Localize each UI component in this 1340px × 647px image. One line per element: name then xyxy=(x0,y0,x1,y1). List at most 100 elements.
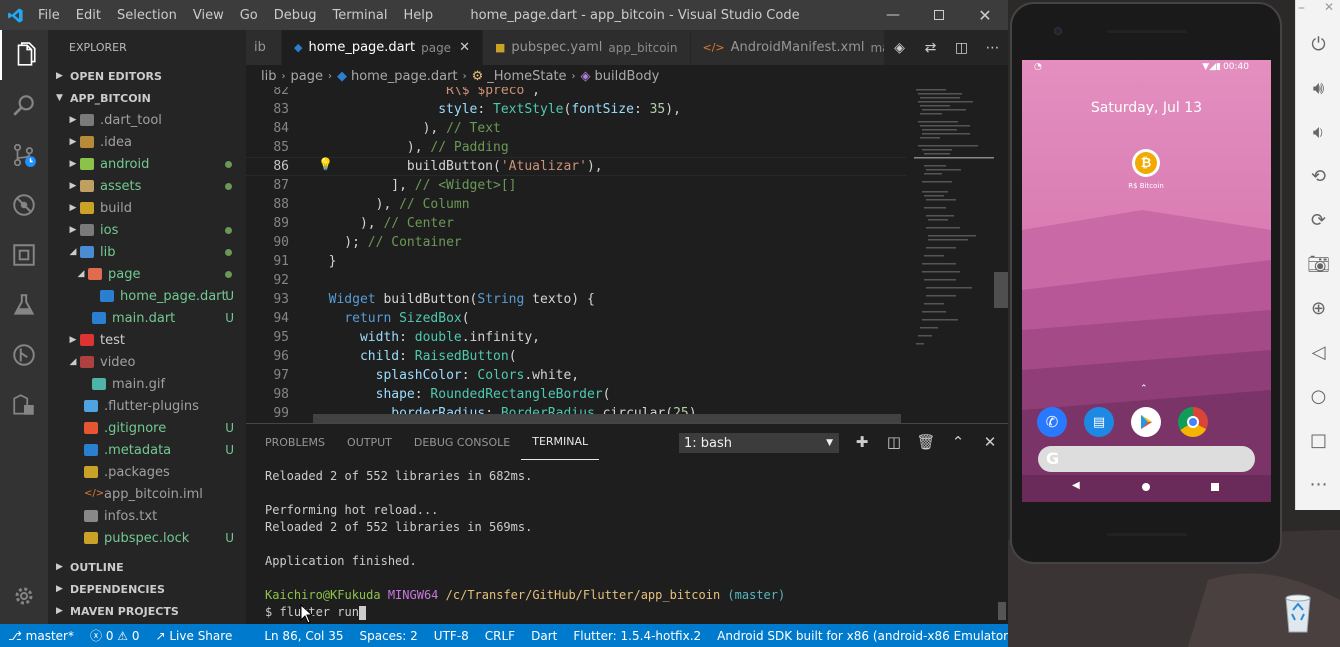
gitlens-activity[interactable] xyxy=(0,330,48,380)
back-nav-icon[interactable]: ◀ xyxy=(1072,480,1080,491)
recycle-bin-icon[interactable] xyxy=(1278,592,1318,634)
encoding-status[interactable]: UTF-8 xyxy=(426,629,477,643)
breadcrumb-item[interactable]: home_page.dart xyxy=(351,69,458,84)
split-editor-icon[interactable]: ◫ xyxy=(946,40,977,56)
tab-debug-console[interactable]: DEBUG CONSOLE xyxy=(403,424,521,460)
more-button[interactable]: ⋯ xyxy=(1296,462,1340,506)
tab-android-manifest[interactable]: </> AndroidManifest.xml main xyxy=(690,30,914,65)
code-line[interactable]: 83 style: TextStyle(fontSize: 35), xyxy=(246,100,906,119)
git-compare-icon[interactable]: ◈ xyxy=(884,40,915,56)
code-line[interactable]: 92 xyxy=(246,271,906,290)
power-button[interactable]: ⏻ xyxy=(1296,22,1340,66)
tab-lib[interactable]: ib xyxy=(246,30,282,65)
home-button[interactable]: ○ xyxy=(1296,374,1340,418)
code-line[interactable]: 89 ), // Center xyxy=(246,214,906,233)
menu-help[interactable]: Help xyxy=(395,8,441,23)
open-editors-section[interactable]: ▶ OPEN EDITORS xyxy=(48,65,246,87)
manage-button[interactable] xyxy=(0,576,48,616)
menu-go[interactable]: Go xyxy=(232,8,266,23)
source-control-activity[interactable] xyxy=(0,130,48,180)
flutter-version-status[interactable]: Flutter: 1.5.4-hotfix.2 xyxy=(565,629,709,643)
dependencies-section[interactable]: ▶ DEPENDENCIES xyxy=(48,578,246,600)
breadcrumb-item[interactable]: page xyxy=(290,69,322,84)
code-line[interactable]: 91 } xyxy=(246,252,906,271)
screenshot-button[interactable]: 📷︎ xyxy=(1296,242,1340,286)
code-editor[interactable]: 82 `R\$ $preco`, 83 style: TextStyle(font… xyxy=(246,87,1008,423)
phone-app-icon[interactable]: ✆ xyxy=(1037,407,1067,437)
cursor-position[interactable]: Ln 86, Col 35 xyxy=(256,629,351,643)
tree-item-flutter-plugins[interactable]: .flutter-plugins xyxy=(48,395,246,417)
tab-home-page-dart[interactable]: ◆ home_page.dart page ✕ xyxy=(282,30,483,65)
menu-view[interactable]: View xyxy=(185,8,232,23)
minimap[interactable] xyxy=(914,87,994,423)
tree-item-dart-tool[interactable]: ▶ .dart_tool xyxy=(48,109,246,131)
menu-terminal[interactable]: Terminal xyxy=(325,8,396,23)
rotate-left-button[interactable]: ⟲ xyxy=(1296,154,1340,198)
code-line[interactable]: 93 Widget buildButton(String texto) { xyxy=(246,290,906,309)
problems-status[interactable]: ⓧ 0 ⚠ 0 xyxy=(82,627,148,644)
tree-item-ios[interactable]: ▶ ios xyxy=(48,219,246,241)
code-line[interactable]: 88 ), // Column xyxy=(246,195,906,214)
code-line[interactable]: 94 return SizedBox( xyxy=(246,309,906,328)
maximize-button[interactable] xyxy=(916,0,962,30)
tree-item-video[interactable]: ◢ video xyxy=(48,351,246,373)
minimize-button[interactable]: — xyxy=(870,0,916,30)
tree-item-pubspec-lock[interactable]: pubspec.lock U xyxy=(48,527,246,549)
rotate-right-button[interactable]: ⟳ xyxy=(1296,198,1340,242)
tab-output[interactable]: OUTPUT xyxy=(336,424,403,460)
terminal-scrollbar[interactable] xyxy=(998,602,1006,620)
overview-button[interactable]: □ xyxy=(1296,418,1340,462)
lightbulb-icon[interactable]: 💡 xyxy=(318,157,333,171)
code-line[interactable]: 85 ), // Padding xyxy=(246,138,906,157)
explorer-activity[interactable] xyxy=(0,30,48,80)
outline-section[interactable]: ▶ OUTLINE xyxy=(48,556,246,578)
close-icon[interactable]: ✕ xyxy=(459,40,470,55)
code-line[interactable]: 96 child: RaisedButton( xyxy=(246,347,906,366)
horizontal-scrollbar[interactable] xyxy=(313,414,901,423)
tree-item-build[interactable]: ▶ build xyxy=(48,197,246,219)
tree-item-home-page-dart[interactable]: home_page.dart U xyxy=(48,285,246,307)
menu-file[interactable]: File xyxy=(30,8,68,23)
maven-projects-section[interactable]: ▶ MAVEN PROJECTS xyxy=(48,600,246,622)
vertical-scrollbar[interactable] xyxy=(994,272,1008,308)
trash-icon[interactable]: 🗑 xyxy=(910,433,942,451)
tree-item-metadata[interactable]: .metadata U xyxy=(48,439,246,461)
new-terminal-icon[interactable]: ✚ xyxy=(846,433,878,451)
more-actions-icon[interactable]: ⋯ xyxy=(977,40,1008,56)
breadcrumb-item[interactable]: _HomeState xyxy=(487,69,566,84)
terminal-select[interactable]: 1: bash ▼ xyxy=(679,433,839,453)
zoom-button[interactable]: ⊕ xyxy=(1296,286,1340,330)
indentation-status[interactable]: Spaces: 2 xyxy=(351,629,425,643)
tree-item-android[interactable]: ▶ android xyxy=(48,153,246,175)
code-line[interactable]: 82 `R\$ $preco`, xyxy=(246,87,906,100)
volume-up-button[interactable]: 🔊︎ xyxy=(1296,66,1340,110)
tree-item-idea[interactable]: ▶ .idea xyxy=(48,131,246,153)
tree-item-test[interactable]: ▶ test xyxy=(48,329,246,351)
breadcrumb-item[interactable]: buildBody xyxy=(595,69,660,84)
close-icon[interactable]: ✕ xyxy=(974,433,1006,451)
home-nav-icon[interactable] xyxy=(1142,483,1150,491)
debug-activity[interactable] xyxy=(0,180,48,230)
code-line[interactable]: 84 ), // Text xyxy=(246,119,906,138)
app-drawer-arrow-icon[interactable]: ⌃ xyxy=(1140,384,1148,394)
extensions-activity[interactable] xyxy=(0,230,48,280)
tree-item-main-gif[interactable]: main.gif xyxy=(48,373,246,395)
open-changes-icon[interactable]: ⇄ xyxy=(915,40,946,56)
tree-item-app-bitcoin-iml[interactable]: </> app_bitcoin.iml xyxy=(48,483,246,505)
terminal-output[interactable]: Reloaded 2 of 552 libraries in 682ms. Pe… xyxy=(265,468,785,621)
menu-edit[interactable]: Edit xyxy=(68,8,109,23)
code-line[interactable]: 86 buildButton('Atualizar'), xyxy=(246,157,906,176)
chrome-app-icon[interactable] xyxy=(1178,407,1208,437)
volume-down-button[interactable]: 🔉︎ xyxy=(1296,110,1340,154)
tree-item-gitignore[interactable]: .gitignore U xyxy=(48,417,246,439)
tree-item-infos-txt[interactable]: infos.txt xyxy=(48,505,246,527)
code-line[interactable]: 95 width: double.infinity, xyxy=(246,328,906,347)
google-search-bar[interactable]: G xyxy=(1038,446,1255,472)
code-line[interactable]: 87 ], // <Widget>[] xyxy=(246,176,906,195)
tree-item-lib[interactable]: ◢ lib xyxy=(48,241,246,263)
eol-status[interactable]: CRLF xyxy=(477,629,523,643)
close-window-button[interactable]: ✕ xyxy=(962,0,1008,30)
tab-problems[interactable]: PROBLEMS xyxy=(254,424,336,460)
messages-app-icon[interactable]: ▤ xyxy=(1084,407,1114,437)
app-bitcoin-section[interactable]: ▼ APP_BITCOIN xyxy=(48,87,246,109)
